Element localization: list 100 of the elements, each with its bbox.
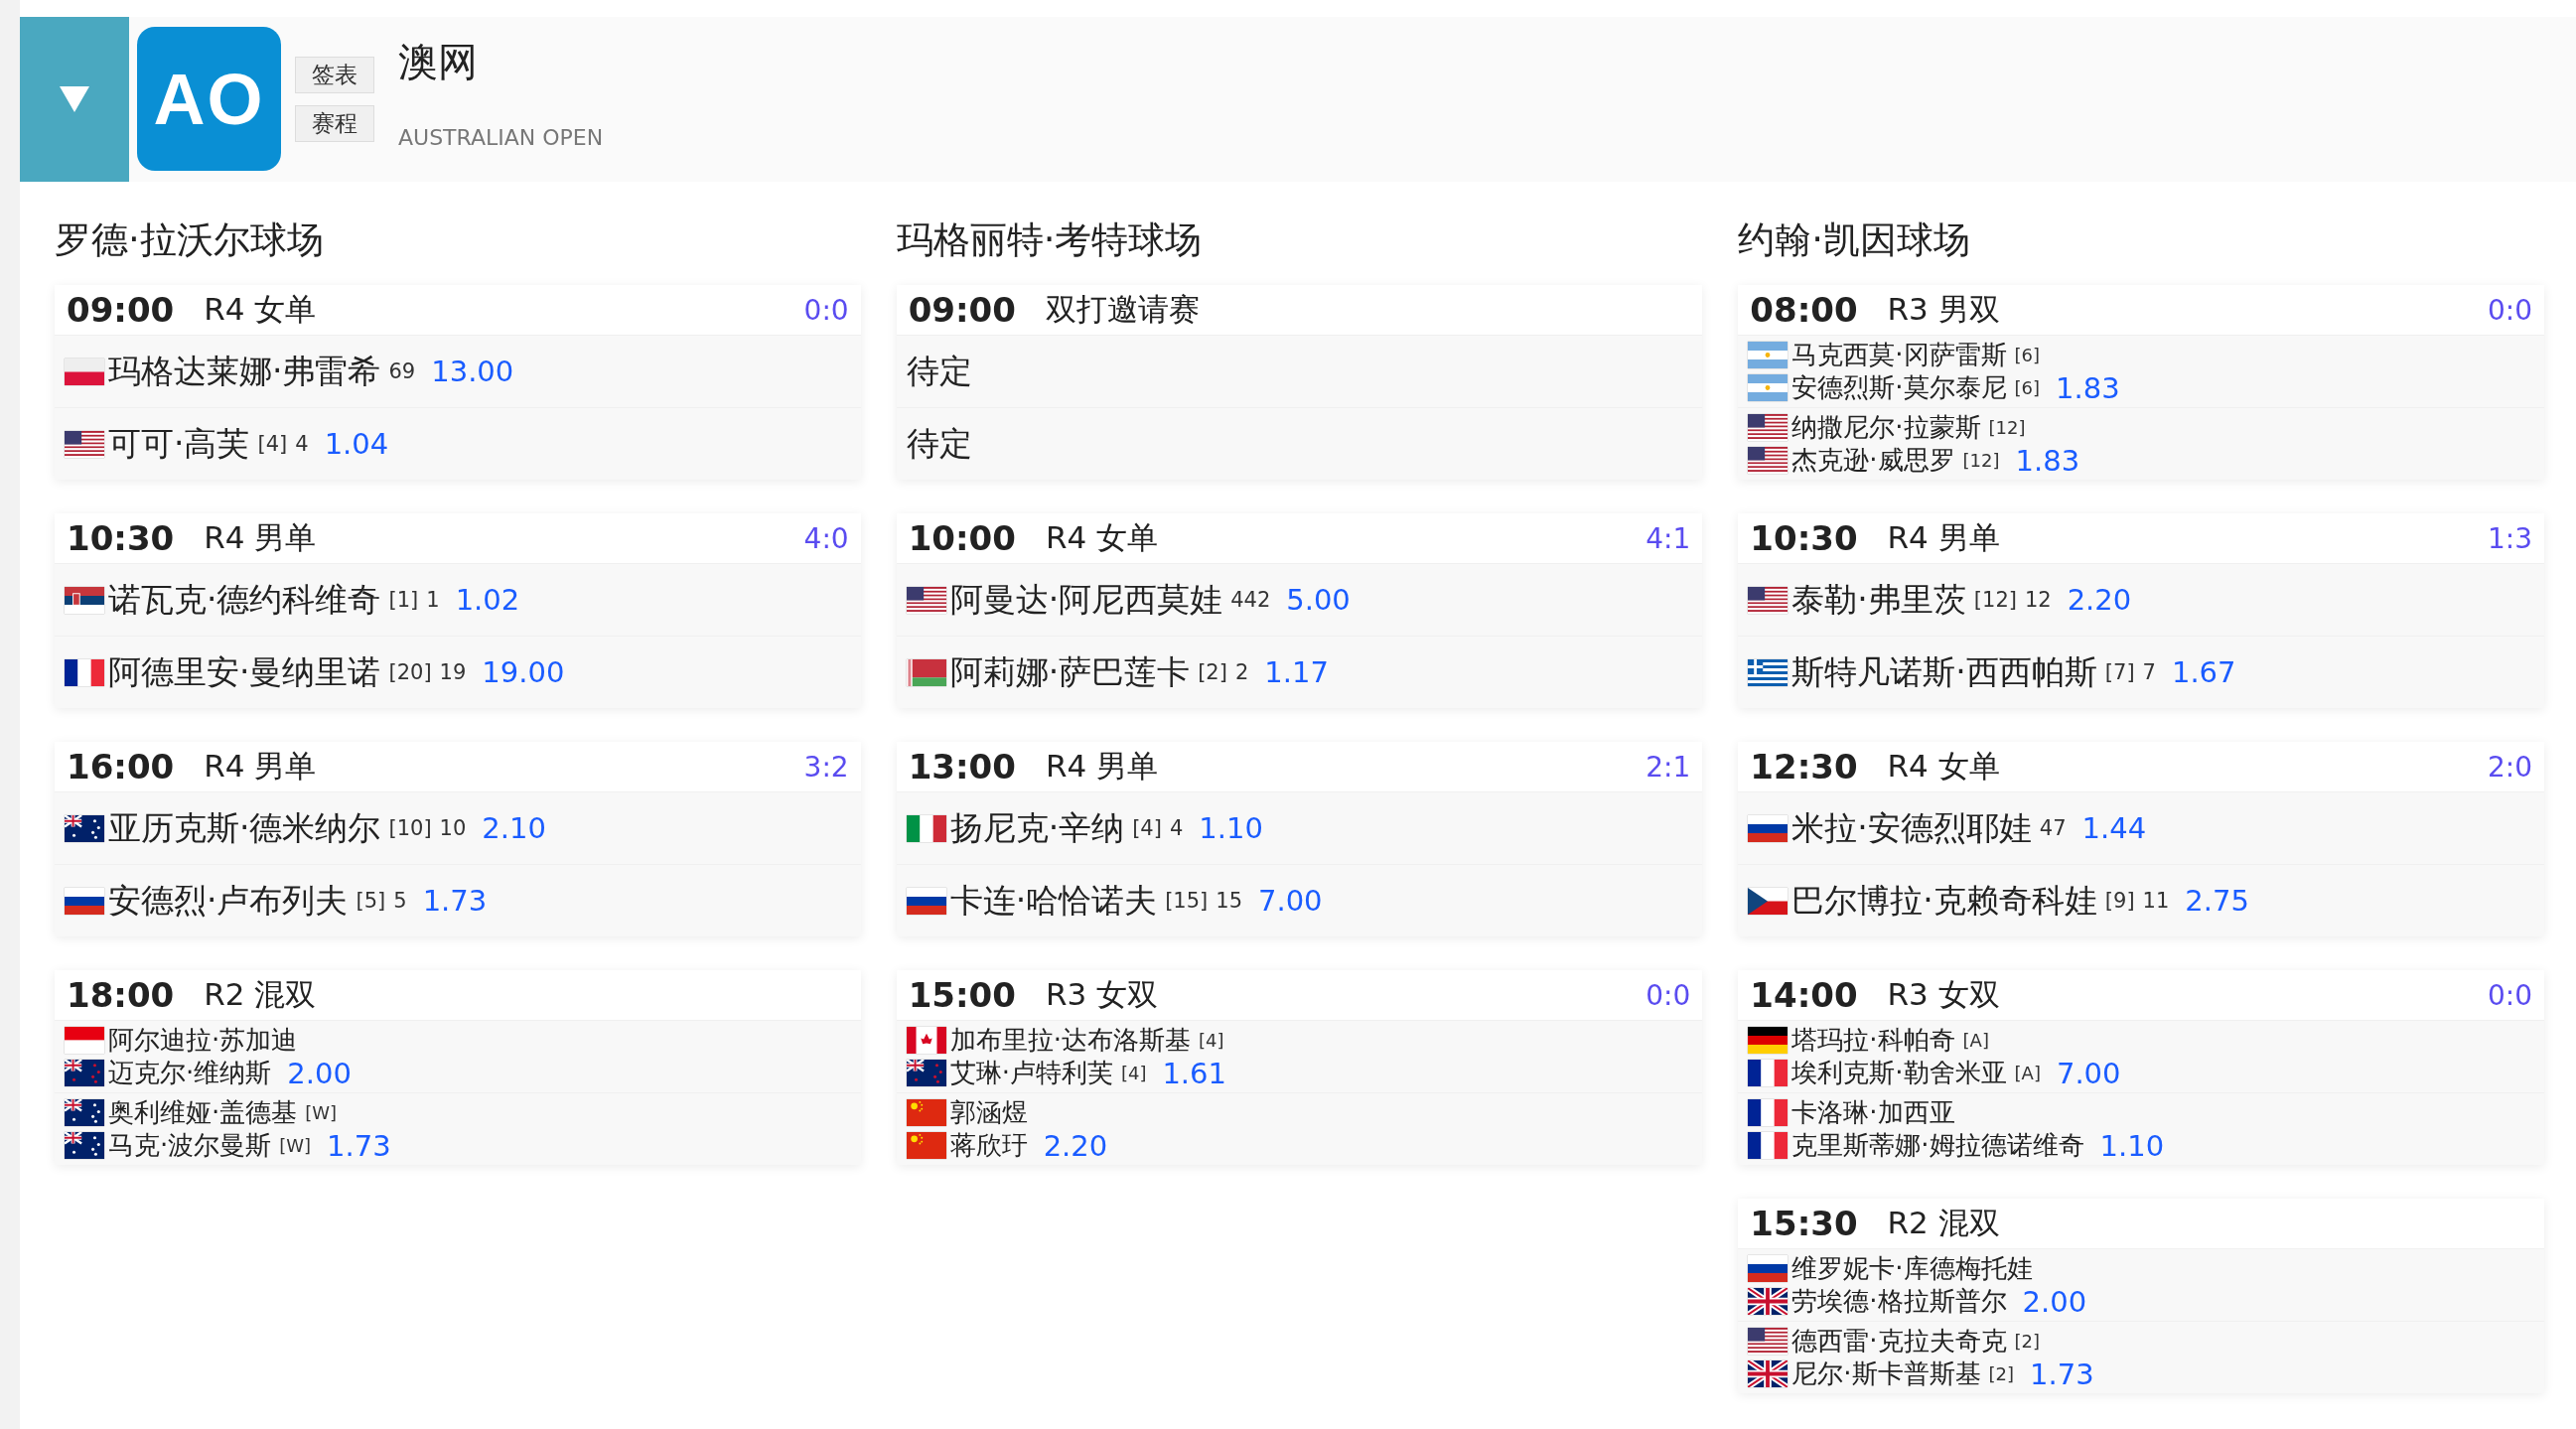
player-name: 扬尼克·辛纳 [949, 806, 1125, 849]
betting-odds: 1.10 [1199, 811, 1263, 845]
player-rank: 5 [393, 889, 407, 913]
betting-odds: 1.73 [422, 884, 488, 918]
match-round: R4 女单 [1045, 518, 1158, 557]
player-name: 巴尔博拉·克赖奇科娃 [1791, 879, 2097, 922]
logo-text: AO [153, 58, 265, 140]
player-name: 埃利克斯·勒舍米亚 [1791, 1057, 2007, 1089]
flag-icon [1748, 1328, 1789, 1355]
player-name: 马克西莫·冈萨雷斯 [1791, 339, 2007, 371]
flag-icon [906, 1132, 946, 1159]
player-seed: [12] [1988, 417, 2026, 438]
nav-button[interactable]: 签表 [295, 57, 374, 93]
player-name: 奥利维娅·盖德基 [108, 1096, 298, 1129]
nav-button[interactable]: 赛程 [295, 105, 374, 142]
match-score: 1:3 [2487, 521, 2532, 555]
match-time: 09:00 [908, 290, 1016, 330]
player-name: 蒋欣玗 [949, 1129, 1028, 1162]
flag-icon [1748, 814, 1789, 842]
tournament-subtitle: AUSTRALIAN OPEN [398, 125, 604, 150]
betting-odds: 1.44 [2081, 811, 2147, 845]
court-title: 约翰·凯因球场 [1738, 217, 1972, 263]
match-round: R2 混双 [204, 975, 317, 1014]
betting-odds: 1.10 [2099, 1128, 2165, 1163]
player-seed: [7] [2104, 660, 2135, 684]
match-round: R3 男双 [1887, 290, 2000, 329]
player-name: 阿德里安·曼纳里诺 [108, 650, 381, 693]
player-name: 艾琳·卢特利芙 [949, 1057, 1113, 1089]
player-seed: [2] [2014, 1331, 2041, 1352]
match-time: 14:00 [1750, 975, 1858, 1015]
player-seed: [12] [1962, 450, 2000, 471]
player-name: 阿莉娜·萨巴莲卡 [949, 650, 1191, 693]
betting-odds: 2.00 [287, 1056, 352, 1090]
betting-odds: 1.83 [2056, 370, 2120, 405]
match-round: R4 女单 [204, 290, 317, 329]
player-name: 安德烈·卢布列夫 [108, 879, 349, 922]
player-seed: [W] [279, 1135, 312, 1156]
match-round: R4 男单 [204, 518, 317, 557]
player-seed: [4] [257, 432, 288, 456]
flag-icon [65, 1027, 104, 1054]
betting-odds: 2.75 [2185, 884, 2249, 918]
player-rank: 10 [439, 816, 467, 840]
dropdown-button[interactable] [20, 17, 129, 182]
player-rank: 2 [1234, 660, 1249, 684]
player-seed: [A] [2014, 1063, 2041, 1083]
player-seed: [20] [388, 660, 432, 684]
match-time: 13:00 [908, 747, 1016, 786]
match-time: 10:30 [67, 518, 175, 558]
player-name: 亚历克斯·德米纳尔 [108, 806, 381, 849]
match-score: 4:1 [1646, 521, 1691, 555]
flag-icon [65, 1132, 104, 1159]
flag-icon [906, 658, 946, 686]
player-rank: 4 [1169, 816, 1184, 840]
flag-icon [906, 586, 946, 614]
player-name: 马克·波尔曼斯 [108, 1129, 272, 1162]
player-name: 可可·高芙 [108, 422, 250, 465]
player-seed: [4] [1132, 816, 1162, 840]
player-rank: 69 [388, 359, 416, 383]
match-score: 0:0 [803, 293, 849, 327]
betting-odds: 5.00 [1286, 583, 1351, 617]
player-seed: [1] [388, 588, 419, 612]
player-seed: [4] [1120, 1063, 1147, 1083]
flag-icon [65, 814, 104, 842]
match-score: 4:0 [803, 521, 849, 555]
player-name: 加布里拉·达布洛斯基 [949, 1024, 1191, 1057]
player-name: 迈克尔·维纳斯 [108, 1057, 272, 1089]
match-round: R4 男单 [1887, 518, 2000, 557]
flag-icon [65, 887, 104, 915]
match-round: R4 男单 [204, 747, 317, 786]
match-time: 15:00 [908, 975, 1016, 1015]
match-time: 18:00 [67, 975, 175, 1015]
match-score: 0:0 [2487, 293, 2532, 327]
betting-odds: 2.00 [2022, 1284, 2087, 1319]
match-time: 09:00 [67, 290, 175, 330]
player-name: 诺瓦克·德约科维奇 [108, 578, 381, 621]
player-rank: 11 [2142, 889, 2170, 913]
betting-odds: 1.17 [1264, 655, 1329, 689]
caret-icon [60, 86, 89, 112]
tournament-title: 澳网 [398, 38, 479, 86]
match-round: R3 女双 [1887, 975, 2000, 1014]
flag-icon [1748, 1255, 1789, 1282]
player-name: 米拉·安德烈耶娃 [1791, 806, 2032, 849]
flag-icon [1748, 658, 1789, 686]
flag-icon [65, 1099, 104, 1126]
match-score: 0:0 [2487, 978, 2532, 1012]
flag-icon [1748, 342, 1789, 368]
player-seed: [2] [1988, 1363, 2015, 1384]
betting-odds: 1.73 [2030, 1357, 2094, 1391]
match-time: 16:00 [67, 747, 175, 786]
betting-odds: 7.00 [2056, 1056, 2121, 1090]
flag-icon [1748, 1360, 1789, 1387]
match-round: 双打邀请赛 [1045, 290, 1200, 329]
player-seed: [9] [2104, 889, 2135, 913]
player-seed: [12] [1973, 588, 2017, 612]
player-name: 劳埃德·格拉斯普尔 [1791, 1285, 2007, 1318]
player-seed: [15] [1165, 889, 1209, 913]
player-name: 纳撒尼尔·拉蒙斯 [1791, 411, 1981, 444]
betting-odds: 2.10 [482, 811, 546, 845]
betting-odds: 7.00 [1258, 884, 1323, 918]
betting-odds: 1.61 [1162, 1056, 1226, 1090]
